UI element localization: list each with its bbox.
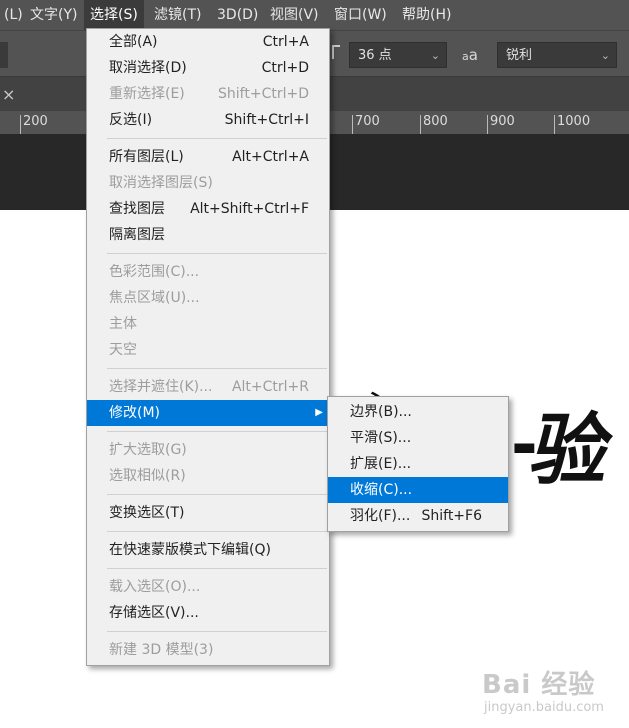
menu-item-label: 羽化(F)... [350,508,411,524]
menu-item-modify[interactable]: 修改(M) ▶ [87,400,329,426]
menu-item-label: 全部(A) [109,34,158,50]
menu-item-grow: 扩大选取(G) [87,437,329,463]
menu-item-similar: 选取相似(R) [87,463,329,489]
chevron-right-icon: ▶ [315,407,323,418]
submenu-item-feather[interactable]: 羽化(F)... Shift+F6 [328,503,508,529]
menu-item-shortcut: Ctrl+A [262,34,309,50]
font-size-select[interactable]: 36 点 ⌄ [349,42,447,68]
menu-item-color-range: 色彩范围(C)... [87,259,329,285]
menu-item-focus-area: 焦点区域(U)... [87,285,329,311]
menu-item-label: 收缩(C)... [350,482,413,498]
menu-select[interactable]: 选择(S) [84,0,144,30]
menu-item-shortcut: Shift+Ctrl+I [224,112,309,128]
menu-item-deselect-layers: 取消选择图层(S) [87,170,329,196]
menu-item-label: 平滑(S)... [350,430,412,446]
menu-item-label: 隔离图层 [109,227,165,243]
menu-item-sky: 天空 [87,337,329,363]
menu-item-shortcut: Shift+F6 [421,508,482,524]
menu-item-isolate-layers[interactable]: 隔离图层 [87,222,329,248]
menu-help[interactable]: 帮助(H) [396,0,457,30]
menu-item-shortcut: Alt+Ctrl+A [232,149,309,165]
aa-icon: aa [462,46,478,64]
menu-item-select-and-mask: 选择并遮住(K)... Alt+Ctrl+R [87,374,329,400]
menu-item-label: 取消选择(D) [109,60,187,76]
menu-separator [107,494,327,495]
menu-item-shortcut: Ctrl+D [261,60,309,76]
ruler-label: 800 [420,115,448,134]
menu-item-label: 扩展(E)... [350,456,412,472]
menu-separator [107,631,327,632]
chevron-down-icon: ⌄ [430,49,440,62]
chevron-down-icon: ⌄ [600,49,610,62]
watermark-url: jingyan.baidu.com [484,700,604,715]
menu-item-deselect[interactable]: 取消选择(D) Ctrl+D [87,55,329,81]
menu-view[interactable]: 视图(V) [264,0,325,30]
baidu-watermark: Bai 经验 jingyan.baidu.com [478,664,628,724]
menu-item-select-all[interactable]: 全部(A) Ctrl+A [87,29,329,55]
menu-bar: (L) 文字(Y) 选择(S) 滤镜(T) 3D(D) 视图(V) 窗口(W) … [0,0,629,30]
menu-separator [107,568,327,569]
menu-item-label: 主体 [109,316,137,332]
menu-item-label: 边界(B)... [350,404,412,420]
menu-item-label: 天空 [109,342,137,358]
menu-item-shortcut: Alt+Ctrl+R [231,379,309,395]
menu-item-label: 查找图层 [109,201,165,217]
menu-item-save-selection[interactable]: 存储选区(V)... [87,600,329,626]
watermark-logo-text: Bai 经验 [482,670,596,700]
close-icon[interactable]: × [2,85,15,104]
menu-item-label: 所有图层(L) [109,149,184,165]
menu-item-label: 新建 3D 模型(3) [109,642,214,658]
submenu-item-contract[interactable]: 收缩(C)... [328,477,508,503]
menu-item-shortcut: Alt+Shift+Ctrl+F [190,201,309,217]
antialias-select[interactable]: 锐利 ⌄ [497,42,617,68]
menu-3d[interactable]: 3D(D) [211,0,264,30]
modify-submenu: 边界(B)... 平滑(S)... 扩展(E)... 收缩(C)... 羽化(F… [327,396,509,532]
menu-item-inverse[interactable]: 反选(I) Shift+Ctrl+I [87,107,329,133]
menu-item-label: 取消选择图层(S) [109,175,213,191]
ruler-label: 900 [487,115,515,134]
menu-item-all-layers[interactable]: 所有图层(L) Alt+Ctrl+A [87,144,329,170]
menu-item-label: 选取相似(R) [109,468,186,484]
options-field-partial[interactable] [0,42,8,68]
menu-item-transform-selection[interactable]: 变换选区(T) [87,500,329,526]
menu-item-label: 在快速蒙版模式下编辑(Q) [109,542,271,558]
menu-item-find-layers[interactable]: 查找图层 Alt+Shift+Ctrl+F [87,196,329,222]
menu-item-label: 载入选区(O)... [109,579,201,595]
menu-item-label: 焦点区域(U)... [109,290,200,306]
menu-filter[interactable]: 滤镜(T) [148,0,207,30]
menu-item-subject: 主体 [87,311,329,337]
submenu-item-border[interactable]: 边界(B)... [328,399,508,425]
menu-item-shortcut: Shift+Ctrl+D [218,86,309,102]
menu-item-label: 扩大选取(G) [109,442,187,458]
menu-type[interactable]: 文字(Y) [24,0,83,30]
menu-item-label: 反选(I) [109,112,153,128]
menu-item-label: 变换选区(T) [109,505,185,521]
menu-separator [107,368,327,369]
submenu-item-expand[interactable]: 扩展(E)... [328,451,508,477]
menu-separator [107,253,327,254]
menu-item-label: 修改(M) [109,405,161,421]
menu-separator [107,531,327,532]
menu-item-reselect: 重新选择(E) Shift+Ctrl+D [87,81,329,107]
menu-separator [107,431,327,432]
ruler-label: 700 [352,115,380,134]
menu-item-load-selection: 载入选区(O)... [87,574,329,600]
text-orientation-icon [332,45,340,59]
menu-item-quick-mask[interactable]: 在快速蒙版模式下编辑(Q) [87,537,329,563]
menu-item-new-3d-model: 新建 3D 模型(3) [87,637,329,663]
menu-item-label: 重新选择(E) [109,86,185,102]
menu-item-label: 选择并遮住(K)... [109,379,213,395]
menu-window[interactable]: 窗口(W) [328,0,393,30]
ruler-label: 200 [20,115,48,134]
menu-item-label: 存储选区(V)... [109,605,199,621]
select-menu-dropdown: 全部(A) Ctrl+A 取消选择(D) Ctrl+D 重新选择(E) Shif… [86,28,330,666]
font-size-value: 36 点 [358,48,392,63]
ruler-label: 1000 [554,115,590,134]
menu-item-label: 色彩范围(C)... [109,264,200,280]
antialias-value: 锐利 [506,48,533,63]
submenu-item-smooth[interactable]: 平滑(S)... [328,425,508,451]
menu-separator [107,138,327,139]
